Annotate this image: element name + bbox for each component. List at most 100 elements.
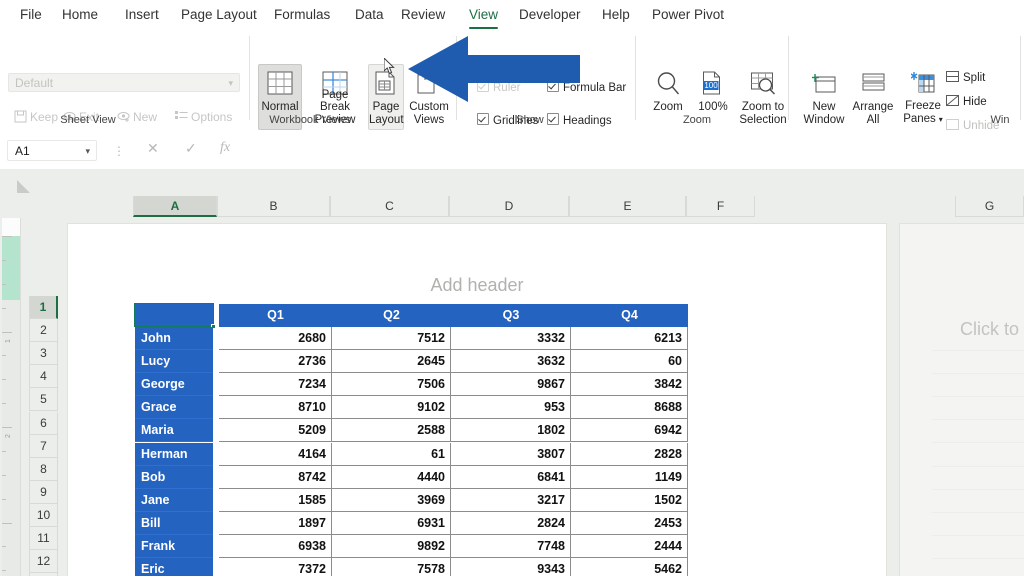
table-cell-value[interactable]: 4164 <box>219 443 332 466</box>
table-cell-value[interactable]: 3332 <box>451 327 571 350</box>
table-cell-value[interactable]: 7578 <box>332 558 451 576</box>
table-row-name[interactable]: John <box>135 327 213 350</box>
column-header-E[interactable]: E <box>569 196 686 217</box>
ribbon-tab-developer[interactable]: Developer <box>513 4 587 26</box>
table-cell-value[interactable]: 1897 <box>219 512 332 535</box>
table-row-name[interactable]: Bob <box>135 466 213 489</box>
row-header-10[interactable]: 10 <box>29 504 58 527</box>
table-row-name[interactable]: Frank <box>135 535 213 558</box>
column-header-C[interactable]: C <box>330 196 449 217</box>
row-header-9[interactable]: 9 <box>29 481 58 504</box>
table-cell-value[interactable]: 1149 <box>571 466 688 489</box>
window-split-button[interactable]: Split <box>946 70 985 86</box>
table-row-name[interactable]: Eric <box>135 558 213 576</box>
check-icon[interactable]: ✓ <box>185 140 197 157</box>
table-cell-value[interactable]: 3807 <box>451 443 571 466</box>
table-row-name[interactable]: Maria <box>135 419 213 442</box>
table-cell-value[interactable]: 5209 <box>219 419 332 442</box>
cell-A1[interactable] <box>134 303 214 327</box>
table-cell-value[interactable]: 6213 <box>571 327 688 350</box>
table-cell-value[interactable]: 7506 <box>332 373 451 396</box>
chevron-down-icon[interactable]: ▾ <box>85 146 90 157</box>
table-cell-value[interactable]: 3842 <box>571 373 688 396</box>
table-cell-value[interactable]: 7234 <box>219 373 332 396</box>
vertical-ruler[interactable]: 12 <box>2 218 21 576</box>
ribbon-tab-page-layout[interactable]: Page Layout <box>175 4 263 26</box>
fx-icon[interactable]: fx <box>220 140 230 156</box>
table-row-name[interactable]: Lucy <box>135 350 213 373</box>
checkbox-icon[interactable] <box>477 80 489 92</box>
table-cell-value[interactable]: 61 <box>332 443 451 466</box>
select-all-triangle[interactable] <box>17 180 30 193</box>
table-row-name[interactable]: Bill <box>135 512 213 535</box>
ribbon-tab-home[interactable]: Home <box>56 4 104 26</box>
table-cell-value[interactable]: 2453 <box>571 512 688 535</box>
table-cell-value[interactable]: 7748 <box>451 535 571 558</box>
table-cell-value[interactable]: 7512 <box>332 327 451 350</box>
sheet-view-options-button[interactable]: Options <box>175 110 232 126</box>
column-header-G[interactable]: G <box>955 196 1024 217</box>
table-cell-value[interactable]: 60 <box>571 350 688 373</box>
table-cell-value[interactable]: 6931 <box>332 512 451 535</box>
name-box[interactable]: A1 ▾ <box>7 140 97 161</box>
table-cell-value[interactable]: 2588 <box>332 419 451 442</box>
table-header-Q2[interactable]: Q2 <box>332 304 451 327</box>
ribbon-tab-review[interactable]: Review <box>395 4 451 26</box>
window-hide-button[interactable]: Hide <box>946 94 987 110</box>
table-row-name[interactable]: Herman <box>135 443 213 466</box>
table-cell-value[interactable]: 2824 <box>451 512 571 535</box>
table-cell-value[interactable]: 3969 <box>332 489 451 512</box>
table-cell-value[interactable]: 1502 <box>571 489 688 512</box>
table-header-Q3[interactable]: Q3 <box>451 304 571 327</box>
page-sheet[interactable]: Add header Q1Q2Q3Q4John2680751233326213L… <box>68 224 886 576</box>
row-header-2[interactable]: 2 <box>29 319 58 342</box>
table-cell-value[interactable]: 4440 <box>332 466 451 489</box>
table-cell-value[interactable]: 8742 <box>219 466 332 489</box>
workbook-view-custom-views-button[interactable]: CustomViews <box>406 64 452 130</box>
table-cell-value[interactable]: 6938 <box>219 535 332 558</box>
table-row-name[interactable]: George <box>135 373 213 396</box>
table-cell-value[interactable]: 1802 <box>451 419 571 442</box>
table-header-Q4[interactable]: Q4 <box>571 304 688 327</box>
row-header-7[interactable]: 7 <box>29 435 58 458</box>
table-cell-value[interactable]: 3632 <box>451 350 571 373</box>
table-cell-value[interactable]: 9102 <box>332 396 451 419</box>
sheet-view-combo[interactable]: Default ▾ <box>8 73 240 92</box>
row-header-4[interactable]: 4 <box>29 365 58 388</box>
table-cell-value[interactable]: 3217 <box>451 489 571 512</box>
window-arrange-all-button[interactable]: ArrangeAll <box>849 64 897 130</box>
show-checkbox-formula-bar[interactable]: Formula Bar <box>547 80 626 94</box>
ribbon-tab-insert[interactable]: Insert <box>119 4 165 26</box>
table-cell-value[interactable]: 5462 <box>571 558 688 576</box>
formula-bar-expand-dots[interactable]: ⋮ <box>113 144 125 158</box>
row-header-3[interactable]: 3 <box>29 342 58 365</box>
table-cell-value[interactable]: 9867 <box>451 373 571 396</box>
table-row-name[interactable]: Grace <box>135 396 213 419</box>
column-header-A[interactable]: A <box>133 196 217 217</box>
table-cell-value[interactable]: 9892 <box>332 535 451 558</box>
table-cell-value[interactable]: 6942 <box>571 419 688 442</box>
row-header-8[interactable]: 8 <box>29 458 58 481</box>
table-cell-value[interactable]: 2828 <box>571 443 688 466</box>
table-cell-value[interactable]: 953 <box>451 396 571 419</box>
table-header-Q1[interactable]: Q1 <box>219 304 332 327</box>
row-header-6[interactable]: 6 <box>29 412 58 435</box>
row-header-11[interactable]: 11 <box>29 527 58 550</box>
ribbon-tab-data[interactable]: Data <box>349 4 390 26</box>
ribbon-tab-power-pivot[interactable]: Power Pivot <box>646 4 730 26</box>
table-cell-value[interactable]: 8710 <box>219 396 332 419</box>
table-cell-value[interactable]: 2736 <box>219 350 332 373</box>
table-cell-value[interactable]: 9343 <box>451 558 571 576</box>
column-header-F[interactable]: F <box>686 196 755 217</box>
ribbon-tab-file[interactable]: File <box>14 4 48 26</box>
checkbox-icon[interactable] <box>547 80 559 92</box>
next-page-sheet[interactable]: Click to <box>900 224 1024 576</box>
table-cell-value[interactable]: 1585 <box>219 489 332 512</box>
close-icon[interactable]: ✕ <box>147 140 159 157</box>
table-row-name[interactable]: Jane <box>135 489 213 512</box>
table-cell-value[interactable]: 2444 <box>571 535 688 558</box>
formula-input[interactable] <box>243 140 1017 161</box>
add-header-placeholder[interactable]: Add header <box>68 275 886 296</box>
table-cell-value[interactable]: 2645 <box>332 350 451 373</box>
column-header-D[interactable]: D <box>449 196 569 217</box>
